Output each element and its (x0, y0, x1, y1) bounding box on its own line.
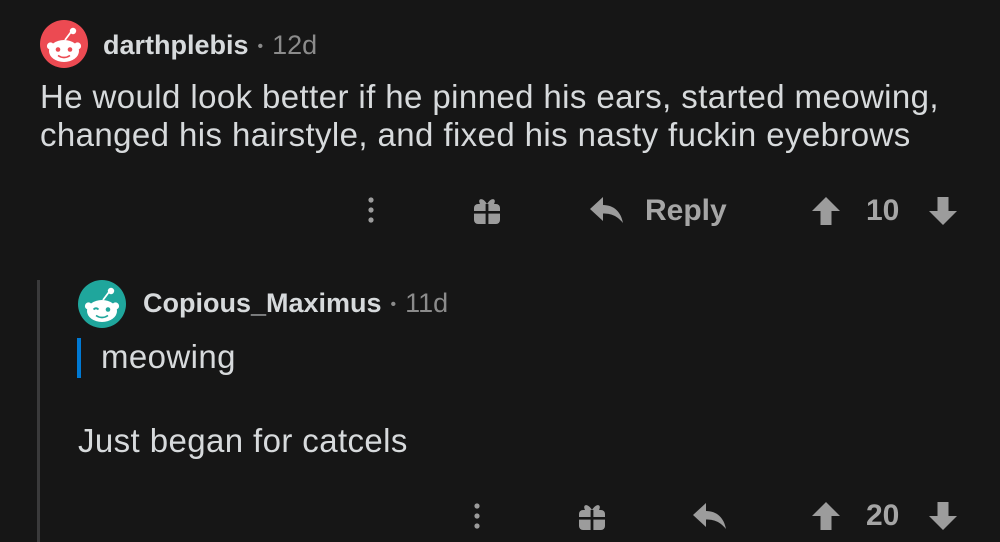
comment-body: He would look better if he pinned his ea… (40, 78, 939, 153)
quoted-text: meowing (101, 338, 236, 375)
gift-icon[interactable] (577, 501, 607, 531)
reply-icon[interactable] (692, 502, 728, 530)
quote-bar (77, 338, 81, 378)
upvote-icon[interactable] (811, 196, 841, 226)
gift-icon[interactable] (472, 195, 502, 225)
avatar-darthplebis[interactable] (40, 20, 88, 68)
upvote-icon[interactable] (811, 501, 841, 531)
vote-score: 20 (866, 499, 900, 532)
comment-age: 12d (272, 30, 318, 60)
reply-button[interactable]: Reply (645, 193, 727, 229)
vote-score: 10 (866, 194, 900, 227)
separator-dot: • (257, 38, 264, 55)
comment-header: Copious_Maximus • 11d (143, 286, 448, 320)
downvote-icon[interactable] (928, 196, 958, 226)
comment-thread: darthplebis • 12d He would look better if … (0, 0, 1000, 542)
snoo-avatar-icon (78, 280, 126, 328)
separator-dot: • (390, 296, 397, 313)
more-options-icon[interactable] (471, 498, 483, 534)
snoo-avatar-icon (40, 20, 88, 68)
comment-age: 11d (405, 288, 449, 318)
username[interactable]: darthplebis (103, 30, 249, 60)
downvote-icon[interactable] (928, 501, 958, 531)
comment-body: Just began for catcels (78, 422, 408, 459)
thread-line[interactable] (37, 280, 40, 542)
comment-header: darthplebis • 12d (103, 28, 317, 62)
avatar-copious-maximus[interactable] (78, 280, 126, 328)
reply-icon[interactable] (589, 196, 625, 224)
more-options-icon[interactable] (365, 192, 377, 228)
username[interactable]: Copious_Maximus (143, 288, 382, 318)
